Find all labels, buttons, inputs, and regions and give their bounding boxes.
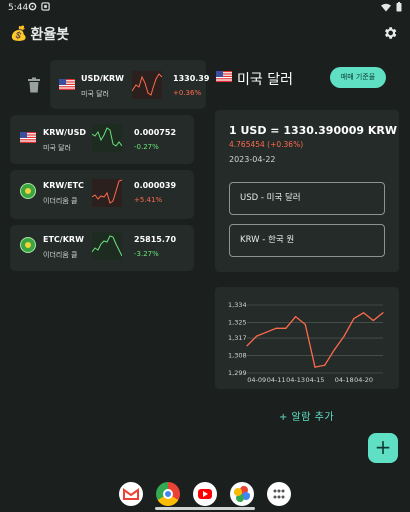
chart-x-tick-label: 04-13 bbox=[286, 376, 305, 384]
status-time: 5:44 bbox=[8, 3, 29, 13]
money-bag-icon: 💰 bbox=[10, 26, 28, 42]
navigation-handle[interactable] bbox=[155, 507, 255, 510]
to-currency-field[interactable]: KRW - 한국 원 bbox=[229, 224, 385, 257]
card-pair: KRW/ETC bbox=[43, 181, 84, 190]
rate-history-chart: 1,334 1,325 1,317 1,308 1,29904-09 04-11 04-13… bbox=[228, 301, 384, 384]
status-bar: 5:44 bbox=[0, 0, 410, 16]
chart-x-tick-label: 04-09 bbox=[247, 376, 266, 384]
settings-gear-icon[interactable] bbox=[382, 25, 398, 41]
card-pair: USD/KRW bbox=[81, 74, 125, 83]
chart-y-tick-label: 1,317 bbox=[228, 334, 247, 342]
us-flag-icon bbox=[216, 71, 232, 82]
battery-icon bbox=[396, 2, 402, 12]
sparkline-usd-krw bbox=[132, 71, 162, 99]
chart-y-tick-label: 1,299 bbox=[228, 369, 247, 377]
rate-date: 2023-04-22 bbox=[229, 155, 276, 164]
detail-title: 미국 달러 bbox=[237, 72, 293, 88]
rate-change: 4.765454 (+0.36%) bbox=[229, 140, 304, 149]
card-name: 미국 달러 bbox=[43, 144, 71, 152]
sparkline-krw-etc bbox=[92, 179, 122, 207]
app-title: 💰 환율봇 bbox=[10, 24, 69, 44]
watchlist-card-usd-krw[interactable]: USD/KRW 미국 달러 1330.39 +0.36% bbox=[50, 60, 210, 109]
chart-point bbox=[324, 364, 326, 366]
chart-point bbox=[362, 312, 365, 314]
chart-point bbox=[353, 318, 355, 320]
watchlist-card-krw-usd[interactable]: KRW/USD 미국 달러 0.000752 -0.27% bbox=[10, 115, 194, 164]
sparkline-krw-usd bbox=[92, 124, 122, 152]
delete-trash-icon[interactable] bbox=[27, 77, 41, 93]
rate-value: 1 USD = 1330.390009 KRW bbox=[229, 124, 398, 137]
chart-x-tick-label: 04-20 bbox=[354, 376, 373, 384]
chart-point bbox=[275, 327, 277, 329]
card-change: +0.36% bbox=[173, 89, 202, 97]
card-name: 미국 달러 bbox=[81, 90, 109, 98]
chart-y-tick-label: 1,334 bbox=[228, 301, 247, 309]
card-change: +5.41% bbox=[134, 196, 163, 204]
from-currency-field[interactable]: USD - 미국 달러 bbox=[229, 182, 385, 215]
us-flag-icon bbox=[59, 79, 75, 90]
chart-point bbox=[372, 319, 374, 322]
chart-point bbox=[246, 345, 248, 347]
us-flag-icon bbox=[20, 132, 36, 143]
ethereum-classic-coin-icon bbox=[20, 237, 36, 253]
watchlist-card-etc-krw[interactable]: ETC/KRW 이더리움 클 25815.70 -3.27% bbox=[10, 225, 194, 271]
card-value: 0.000039 bbox=[134, 181, 177, 190]
chart-x-tick-label: 04-11 bbox=[267, 376, 286, 384]
chart-x-tick-label: 04-15 bbox=[306, 376, 325, 384]
card-pair: KRW/USD bbox=[43, 128, 87, 137]
wifi-icon bbox=[381, 3, 391, 11]
card-value: 25815.70 bbox=[134, 235, 177, 244]
chart-point bbox=[333, 349, 336, 351]
photos-app-icon[interactable] bbox=[230, 482, 254, 506]
chart-series-line bbox=[246, 311, 384, 368]
chart-panel: 1,334 1,325 1,317 1,308 1,299 04-09 04-11 04-13… bbox=[215, 287, 399, 389]
card-name: 이더리움 클 bbox=[43, 197, 78, 205]
add-alarm-button[interactable]: + 알람 추가 bbox=[279, 408, 334, 423]
card-change: -3.27% bbox=[134, 250, 159, 258]
sparkline-etc-krw bbox=[92, 232, 122, 260]
chart-point bbox=[285, 327, 287, 329]
watchlist-card-krw-etc[interactable]: KRW/ETC 이더리움 클 0.000039 +5.41% bbox=[10, 170, 194, 219]
chart-point bbox=[314, 366, 316, 368]
card-value: 0.000752 bbox=[134, 128, 177, 137]
app-title-text: 환율봇 bbox=[30, 27, 70, 43]
chart-x-tick-label: 04-18 bbox=[335, 376, 354, 384]
chart-point bbox=[265, 331, 268, 333]
add-fab-button[interactable]: + bbox=[368, 433, 398, 463]
chrome-app-icon[interactable] bbox=[156, 482, 180, 506]
app-drawer-icon[interactable] bbox=[267, 482, 291, 506]
card-pair: ETC/KRW bbox=[43, 235, 84, 244]
nfc-notification-icon bbox=[41, 2, 50, 11]
chart-point bbox=[382, 312, 384, 314]
gmail-app-icon[interactable] bbox=[119, 482, 143, 506]
chart-point bbox=[343, 335, 345, 337]
card-name: 이더리움 클 bbox=[43, 251, 78, 259]
card-change: -0.27% bbox=[134, 143, 159, 151]
youtube-app-icon[interactable] bbox=[193, 482, 217, 506]
card-value: 1330.39 bbox=[173, 74, 210, 83]
trade-rate-button[interactable]: 매매 기준율 bbox=[330, 67, 386, 88]
chart-y-tick-label: 1,308 bbox=[228, 352, 247, 360]
chart-point bbox=[294, 316, 297, 318]
chart-point bbox=[304, 323, 306, 326]
settings-notification-icon bbox=[28, 2, 37, 11]
ethereum-classic-coin-icon bbox=[20, 183, 36, 199]
chart-point bbox=[256, 335, 258, 337]
chart-y-tick-label: 1,325 bbox=[228, 318, 247, 326]
